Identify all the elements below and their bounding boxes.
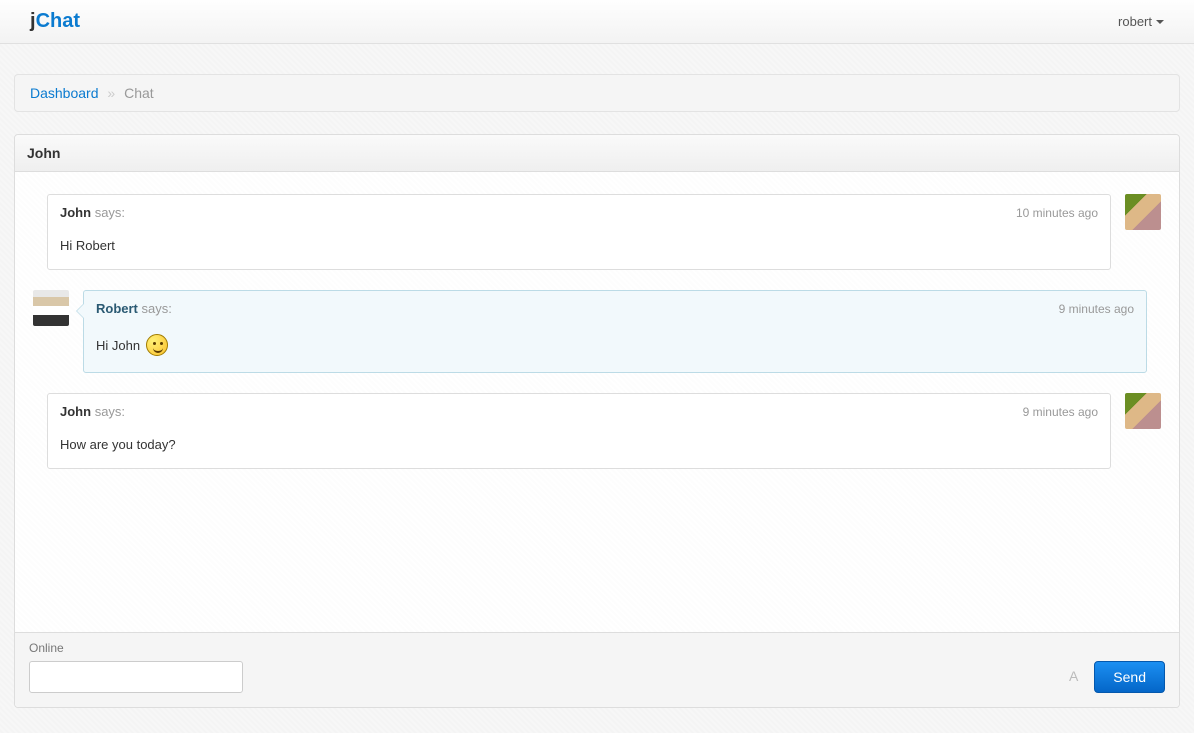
send-button[interactable]: Send [1094, 661, 1165, 693]
message-row: John says: 10 minutes ago Hi Robert [33, 194, 1161, 270]
user-name: robert [1118, 14, 1152, 29]
caret-down-icon [1156, 20, 1164, 24]
breadcrumb-current: Chat [124, 85, 154, 101]
panel-heading: John [15, 135, 1179, 172]
message-input-wrap: A [29, 661, 1086, 693]
brand-logo[interactable]: jChat [30, 10, 80, 33]
avatar [33, 290, 69, 326]
breadcrumb-dashboard-link[interactable]: Dashboard [30, 85, 99, 101]
message-author: Robert says: [96, 301, 172, 316]
message-text: Hi Robert [60, 238, 1098, 253]
message-text: Hi John [96, 334, 1134, 356]
message-input[interactable] [29, 661, 243, 693]
user-dropdown[interactable]: robert [1118, 14, 1164, 29]
message-time: 10 minutes ago [1016, 206, 1098, 220]
online-status: Online [29, 641, 1165, 655]
message-author: John says: [60, 404, 125, 419]
breadcrumb: Dashboard » Chat [14, 74, 1180, 112]
message-row: Robert says: 9 minutes ago Hi John [33, 290, 1161, 373]
message-text: How are you today? [60, 437, 1098, 452]
message-time: 9 minutes ago [1023, 405, 1098, 419]
message-row: John says: 9 minutes ago How are you tod… [33, 393, 1161, 469]
message-bubble: John says: 10 minutes ago Hi Robert [47, 194, 1111, 270]
composer-footer: Online A Send [15, 632, 1179, 707]
message-list: John says: 10 minutes ago Hi Robert Robe… [15, 172, 1179, 632]
message-bubble: Robert says: 9 minutes ago Hi John [83, 290, 1147, 373]
font-icon[interactable]: A [1069, 668, 1078, 684]
message-time: 9 minutes ago [1059, 302, 1134, 316]
avatar [1125, 194, 1161, 230]
chat-panel: John John says: 10 minutes ago Hi Robert [14, 134, 1180, 708]
avatar [1125, 393, 1161, 429]
message-author: John says: [60, 205, 125, 220]
wink-emoji-icon [146, 334, 168, 356]
message-bubble: John says: 9 minutes ago How are you tod… [47, 393, 1111, 469]
navbar: jChat robert [0, 0, 1194, 44]
brand-suffix: Chat [36, 10, 80, 32]
breadcrumb-divider: » [102, 85, 120, 101]
